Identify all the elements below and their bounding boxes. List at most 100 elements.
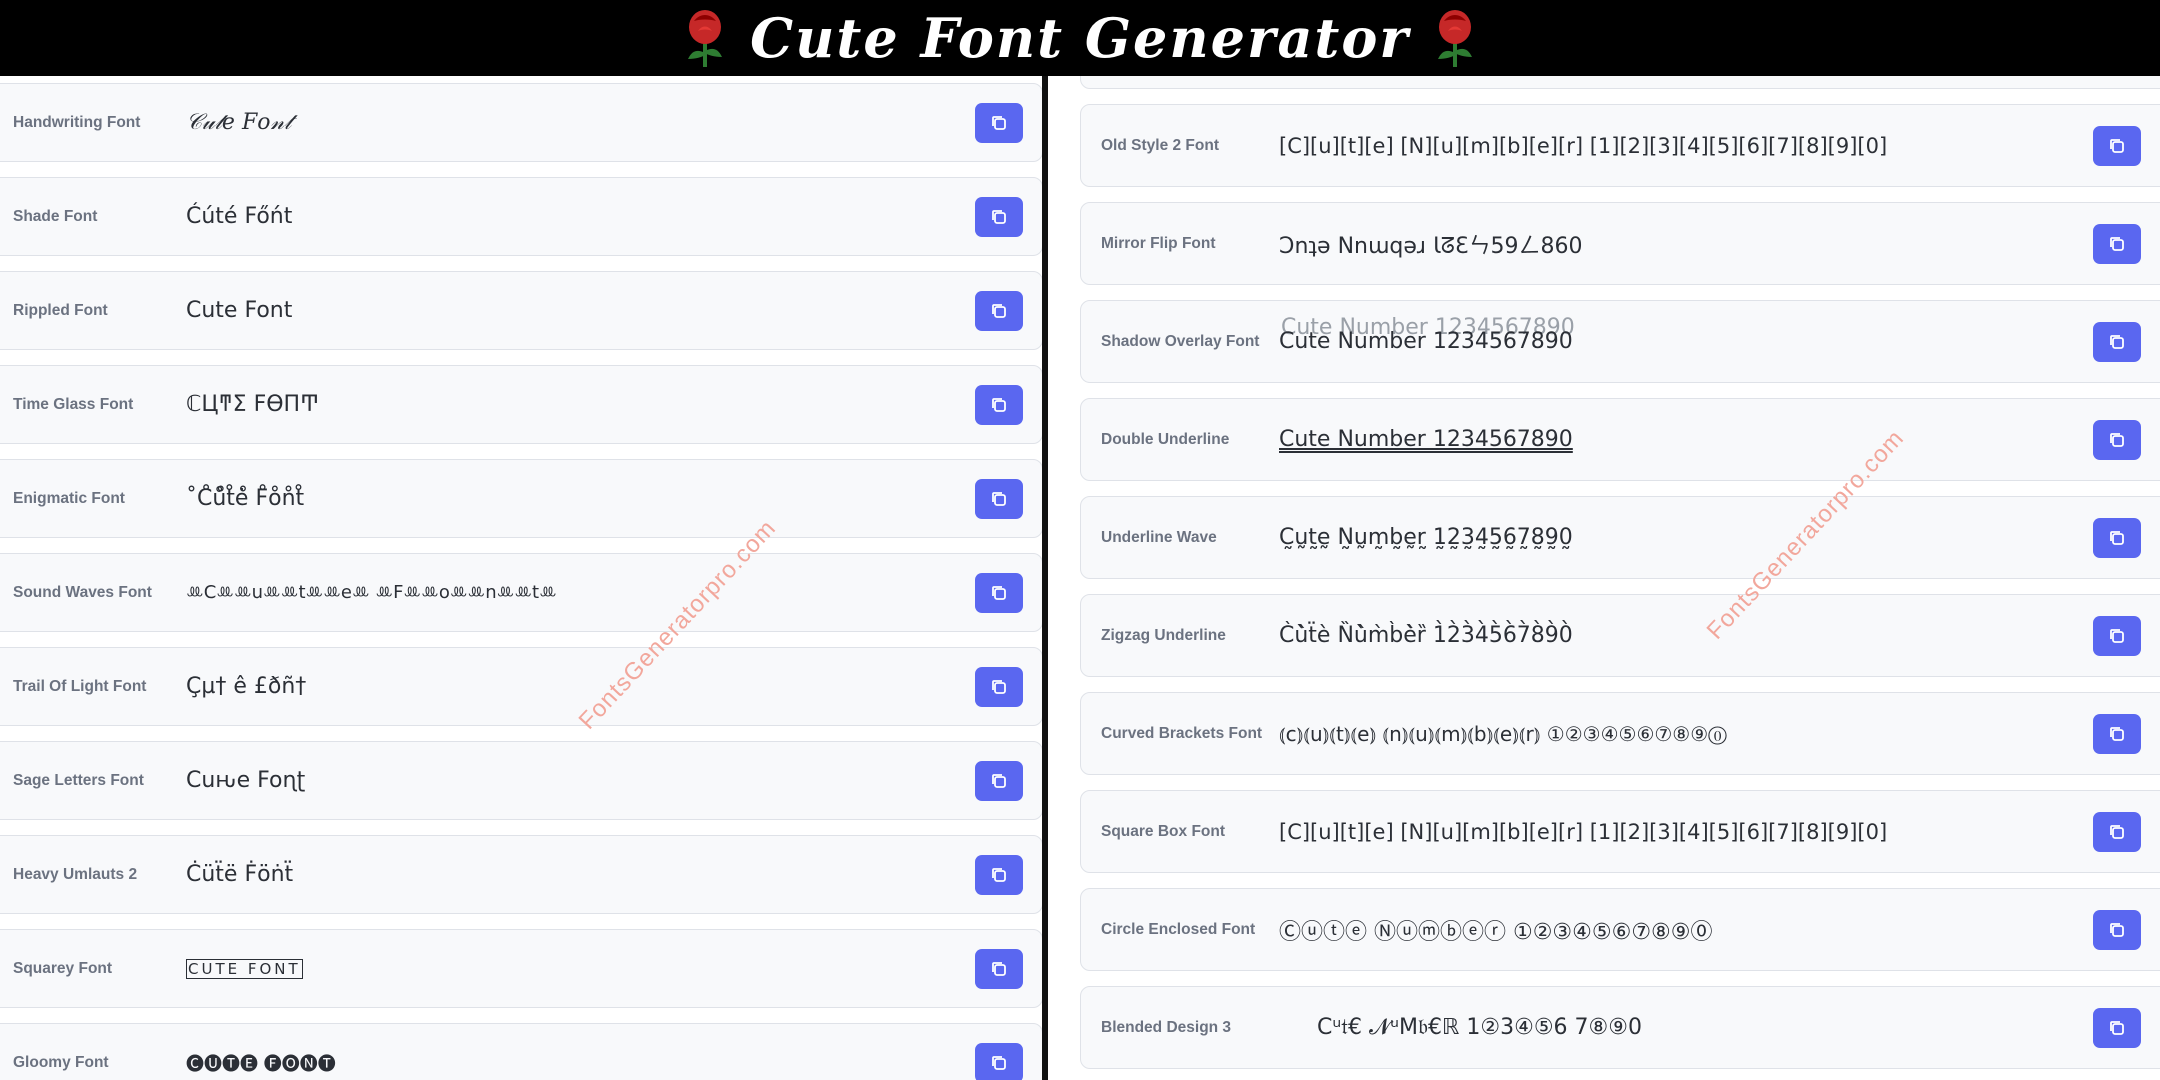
- copy-button[interactable]: [975, 948, 1023, 989]
- font-card-mirror-flip: Mirror Flip Font Ɔnʇǝ Nnɯqǝɹ ƖᘔƐㄣ59ㄥ860: [1080, 202, 2160, 285]
- copy-button[interactable]: [2093, 517, 2141, 558]
- font-preview[interactable]: CUTE FONT: [186, 959, 304, 979]
- font-preview[interactable]: 𝒞𝓊𝓉𝑒 𝐹𝑜𝓃𝓉: [186, 110, 291, 135]
- font-card-old-style-2: Old Style 2 Font [C][u][t][e] [N][u][m][…: [1080, 104, 2160, 187]
- font-preview[interactable]: Ċüẗë Ḟöṅẗ: [186, 862, 293, 887]
- copy-button[interactable]: [975, 102, 1023, 143]
- page-title: Cute Font Generator: [750, 6, 1410, 70]
- header-banner: Cute Font Generator: [0, 0, 2160, 76]
- copy-icon: [2110, 334, 2124, 349]
- copy-icon: [992, 1055, 1006, 1070]
- copy-icon: [992, 585, 1006, 600]
- copy-button[interactable]: [975, 1042, 1023, 1080]
- font-label: Old Style 2 Font: [1101, 136, 1219, 154]
- font-preview[interactable]: Ćúté Főńt: [186, 204, 292, 229]
- font-card-curved-brackets: Curved Brackets Font ⦅c⦆⦅u⦆⦅t⦆⦅e⦆ ⦅n⦆⦅u⦆…: [1080, 692, 2160, 775]
- copy-button[interactable]: [2093, 419, 2141, 460]
- font-label: Shadow Overlay Font: [1101, 332, 1260, 350]
- copy-button[interactable]: [2093, 909, 2141, 950]
- font-label: Enigmatic Font: [13, 489, 125, 507]
- font-preview[interactable]: Cuԋe Foɳʈ: [186, 768, 305, 793]
- font-preview[interactable]: Çµ† ê £ðñ†: [186, 674, 306, 699]
- font-preview[interactable]: [C][u][t][e] [N][u][m][b][e][r] [1][2][3…: [1279, 820, 1887, 844]
- copy-button[interactable]: [2093, 811, 2141, 852]
- copy-button[interactable]: [975, 666, 1023, 707]
- font-label: Underline Wave: [1101, 528, 1217, 546]
- copy-button[interactable]: [2093, 713, 2141, 754]
- font-card-trail-of-light: Trail Of Light Font Çµ† ê £ðñ†: [0, 647, 1042, 726]
- font-card-underline-wave: Underline Wave C̰ṵt̰ḛ N̰ṵm̰b̰ḛr̰ 1̰2̰3̰4…: [1080, 496, 2160, 579]
- font-preview[interactable]: [C][u][t][e] [N][u][m][b][e][r] [1][2][3…: [1279, 134, 1887, 158]
- font-card-shadow-overlay: Shadow Overlay Font Cute Number 12345678…: [1080, 300, 2160, 383]
- copy-button[interactable]: [2093, 223, 2141, 264]
- copy-button[interactable]: [2093, 1007, 2141, 1048]
- font-card-sage-letters: Sage Letters Font Cuԋe Foɳʈ: [0, 741, 1042, 820]
- copy-icon: [992, 491, 1006, 506]
- squarey-word: CUTE FONT: [186, 959, 303, 979]
- font-label: Sage Letters Font: [13, 771, 144, 789]
- copy-icon: [2110, 1020, 2124, 1035]
- font-preview[interactable]: Cute Number 1234567890: [1279, 329, 1573, 354]
- copy-button[interactable]: [2093, 125, 2141, 166]
- font-label: Rippled Font: [13, 301, 108, 319]
- font-card-handwriting: Handwriting Font 𝒞𝓊𝓉𝑒 𝐹𝑜𝓃𝓉: [0, 83, 1042, 162]
- font-label: Heavy Umlauts 2: [13, 865, 138, 883]
- font-label: Curved Brackets Font: [1101, 724, 1263, 742]
- copy-button[interactable]: [975, 760, 1023, 801]
- font-preview[interactable]: 🅒🅤🅣🅔 🅕🅞🅝🅣: [186, 1050, 336, 1076]
- font-card-shade: Shade Font Ćúté Főńt: [0, 177, 1042, 256]
- copy-button[interactable]: [2093, 321, 2141, 362]
- font-card-enigmatic: Enigmatic Font ˚C̊ů̊t̊ė̊ F̊o̊n̊t̊: [0, 459, 1042, 538]
- font-label: Trail Of Light Font: [13, 677, 147, 695]
- copy-icon: [992, 867, 1006, 882]
- right-font-list: Old Style 2 Font [C][u][t][e] [N][u][m][…: [1048, 76, 2160, 1080]
- font-preview[interactable]: ˚C̊ů̊t̊ė̊ F̊o̊n̊t̊: [186, 486, 304, 511]
- rose-icon: [1437, 10, 1472, 67]
- font-label: Square Box Font: [1101, 822, 1226, 840]
- font-preview[interactable]: ꔛCꔛꔛuꔛꔛtꔛꔛeꔛ ꔛFꔛꔛoꔛꔛnꔛꔛtꔛ: [186, 582, 557, 603]
- font-label: Gloomy Font: [13, 1053, 109, 1071]
- font-preview[interactable]: Ⓒⓤⓣⓔ Ⓝⓤⓜⓑⓔⓡ ①②③④⑤⑥⑦⑧⑨⓪: [1279, 914, 1713, 946]
- font-label: Mirror Flip Font: [1101, 234, 1216, 252]
- font-card-double-underline: Double Underline Cute Number 1234567890: [1080, 398, 2160, 481]
- copy-icon: [992, 209, 1006, 224]
- font-label: Sound Waves Font: [13, 583, 152, 601]
- font-label: Shade Font: [13, 207, 98, 225]
- font-label: Circle Enclosed Font: [1101, 920, 1256, 938]
- copy-icon: [2110, 824, 2124, 839]
- font-label: Squarey Font: [13, 959, 113, 977]
- copy-button[interactable]: [975, 478, 1023, 519]
- font-preview[interactable]: Cute Number 1234567890: [1279, 427, 1573, 452]
- copy-icon: [992, 115, 1006, 130]
- left-font-list: Handwriting Font 𝒞𝓊𝓉𝑒 𝐹𝑜𝓃𝓉 Shade Font Ćú…: [0, 76, 1042, 1080]
- font-card-time-glass: Time Glass Font ℂЦͳΣ ϜӨПͲ: [0, 365, 1042, 444]
- font-label: Handwriting Font: [13, 113, 141, 131]
- font-card-zigzag-underline: Zigzag Underline C̀ù̀ẗè N̏ù̀m̀b̀è̀ȑ 1̀2̀…: [1080, 594, 2160, 677]
- copy-icon: [992, 303, 1006, 318]
- font-preview[interactable]: ⦅c⦆⦅u⦆⦅t⦆⦅e⦆ ⦅n⦆⦅u⦆⦅m⦆⦅b⦆⦅e⦆⦅r⦆ ①②③④⑤⑥⑦⑧…: [1279, 722, 1727, 746]
- font-card-squarey: Squarey Font CUTE FONT: [0, 929, 1042, 1008]
- copy-icon: [2110, 236, 2124, 251]
- font-preview[interactable]: C̀ù̀ẗè N̏ù̀m̀b̀è̀ȑ 1̀2̀3̀4̀5̀6̀7̀8̀9̀0̀: [1279, 623, 1573, 648]
- font-preview[interactable]: C̰ṵt̰ḛ N̰ṵm̰b̰ḛr̰ 1̰2̰3̰4̰5̰6̰7̰8̰9̰0̰: [1279, 525, 1573, 550]
- font-card-circle-enclosed: Circle Enclosed Font Ⓒⓤⓣⓔ Ⓝⓤⓜⓑⓔⓡ ①②③④⑤⑥⑦…: [1080, 888, 2160, 971]
- copy-icon: [2110, 138, 2124, 153]
- font-label: Blended Design 3: [1101, 1018, 1232, 1036]
- copy-icon: [992, 397, 1006, 412]
- font-card-sound-waves: Sound Waves Font ꔛCꔛꔛuꔛꔛtꔛꔛeꔛ ꔛFꔛꔛoꔛꔛnꔛꔛ…: [0, 553, 1042, 632]
- copy-button[interactable]: [975, 572, 1023, 613]
- font-preview[interactable]: Cᵘ𝔱€ 𝓝ᵘМ𝔟€ℝ 1②3④⑤6 7⑧⑨0: [1317, 1015, 1642, 1040]
- copy-icon: [2110, 628, 2124, 643]
- copy-button[interactable]: [975, 384, 1023, 425]
- font-card-heavy-umlauts-2: Heavy Umlauts 2 Ċüẗë Ḟöṅẗ: [0, 835, 1042, 914]
- copy-button[interactable]: [975, 196, 1023, 237]
- font-card-blended-design-3: Blended Design 3 Cᵘ𝔱€ 𝓝ᵘМ𝔟€ℝ 1②3④⑤6 7⑧⑨0: [1080, 986, 2160, 1069]
- font-preview[interactable]: Cute Font: [186, 298, 292, 323]
- copy-button[interactable]: [975, 290, 1023, 331]
- copy-icon: [2110, 432, 2124, 447]
- font-card-square-box: Square Box Font [C][u][t][e] [N][u][m][b…: [1080, 790, 2160, 873]
- copy-button[interactable]: [2093, 615, 2141, 656]
- font-preview[interactable]: Ɔnʇǝ Nnɯqǝɹ ƖᘔƐㄣ59ㄥ860: [1279, 228, 1583, 260]
- font-preview[interactable]: ℂЦͳΣ ϜӨПͲ: [186, 392, 319, 417]
- copy-button[interactable]: [975, 854, 1023, 895]
